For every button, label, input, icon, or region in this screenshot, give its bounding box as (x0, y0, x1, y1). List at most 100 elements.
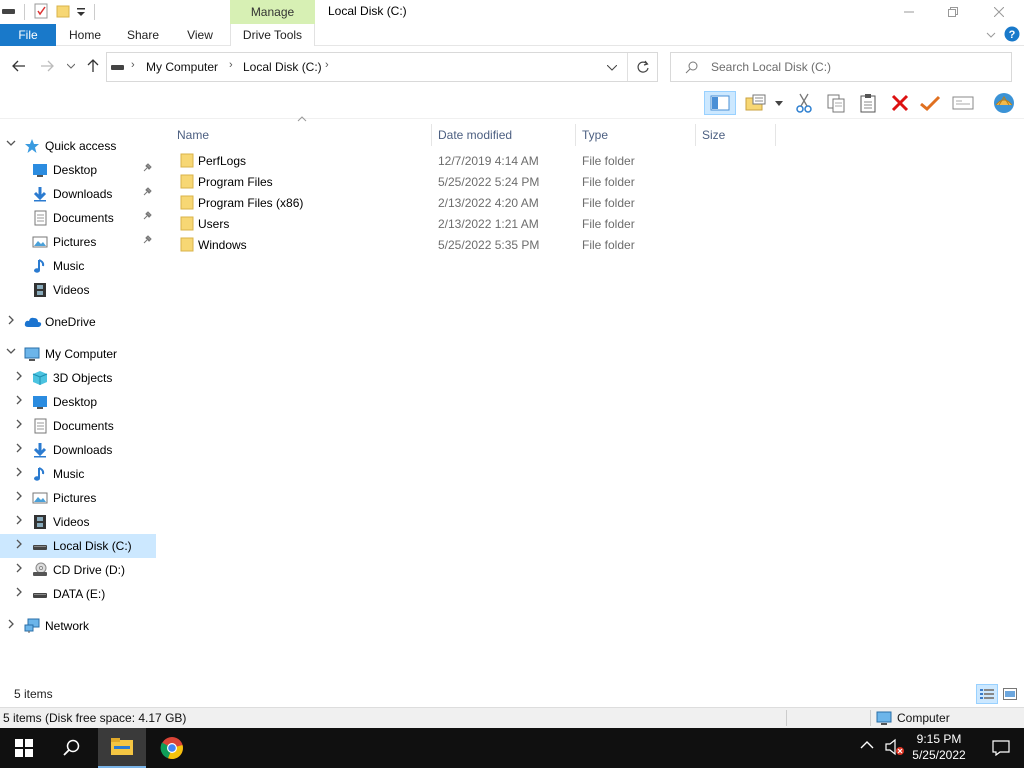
nav-music[interactable]: Music (0, 462, 156, 486)
chevron-right-icon[interactable] (6, 315, 16, 325)
cut-button[interactable] (792, 91, 816, 115)
search-taskbar-button[interactable] (48, 728, 96, 768)
folder-icon (180, 194, 194, 210)
pin-icon[interactable] (142, 187, 152, 197)
chrome-taskbar-button[interactable] (148, 728, 196, 768)
start-button[interactable] (0, 728, 48, 768)
minimize-button[interactable] (886, 0, 932, 24)
chevron-right-icon[interactable] (14, 371, 24, 381)
file-explorer-taskbar-button[interactable] (98, 728, 146, 768)
tab-drive-tools[interactable]: Drive Tools (230, 24, 315, 46)
file-row[interactable]: Program Files (x86) 2/13/2022 4:20 AM Fi… (174, 192, 774, 213)
refresh-icon[interactable] (636, 60, 650, 74)
chevron-right-icon[interactable] (14, 491, 24, 501)
back-button[interactable] (10, 57, 28, 75)
nav-quick-desktop[interactable]: Desktop (0, 158, 156, 182)
chevron-right-icon[interactable] (14, 443, 24, 453)
properties-icon[interactable] (34, 3, 48, 19)
folder-icon (180, 236, 194, 252)
copy-button[interactable] (824, 91, 848, 115)
breadcrumb-separator[interactable]: › (325, 59, 329, 71)
chevron-down-icon[interactable] (6, 138, 16, 148)
tab-share[interactable]: Share (116, 24, 170, 46)
address-dropdown-icon[interactable] (607, 65, 617, 71)
tab-view[interactable]: View (174, 24, 226, 46)
nav-onedrive[interactable]: OneDrive (0, 310, 156, 334)
view-options-dropdown[interactable] (772, 91, 786, 115)
pin-icon[interactable] (142, 163, 152, 173)
delete-button[interactable] (888, 91, 912, 115)
pin-icon[interactable] (142, 211, 152, 221)
address-bar[interactable]: › My Computer › Local Disk (C:) › (106, 52, 658, 82)
chevron-right-icon[interactable] (14, 587, 24, 597)
file-row[interactable]: Program Files 5/25/2022 5:24 PM File fol… (174, 171, 774, 192)
music-note-icon (32, 466, 48, 482)
breadcrumb-separator[interactable]: › (131, 59, 135, 71)
nav-my-computer[interactable]: My Computer (0, 342, 156, 366)
customize-quick-access-icon[interactable] (76, 6, 86, 18)
restore-button[interactable] (930, 0, 976, 24)
close-button[interactable] (976, 0, 1022, 24)
file-row[interactable]: Windows 5/25/2022 5:35 PM File folder (174, 234, 774, 255)
breadcrumb-my-computer[interactable]: My Computer (146, 60, 218, 74)
view-options-button[interactable] (744, 91, 768, 115)
nav-local-disk-c[interactable]: Local Disk (C:) (0, 534, 156, 558)
chevron-right-icon[interactable] (14, 563, 24, 573)
chevron-right-icon[interactable] (14, 395, 24, 405)
clock[interactable]: 9:15 PM 5/25/2022 (908, 731, 970, 763)
nav-documents[interactable]: Documents (0, 414, 156, 438)
expand-ribbon-icon[interactable] (985, 29, 997, 41)
nav-videos[interactable]: Videos (0, 510, 156, 534)
paste-button[interactable] (856, 91, 880, 115)
large-icons-view-button[interactable] (1000, 685, 1020, 703)
chevron-right-icon[interactable] (14, 467, 24, 477)
details-view-button[interactable] (976, 684, 998, 704)
web-browser-button[interactable] (990, 91, 1018, 115)
tab-home[interactable]: Home (58, 24, 112, 46)
column-header-date-modified[interactable]: Date modified (432, 124, 576, 146)
search-icon (685, 61, 698, 74)
column-header-name[interactable]: Name (171, 124, 432, 146)
recent-locations-button[interactable] (64, 57, 78, 75)
nav-desktop[interactable]: Desktop (0, 390, 156, 414)
chevron-right-icon[interactable] (6, 619, 16, 629)
pictures-icon (32, 490, 48, 506)
show-hidden-icons-button[interactable] (860, 740, 874, 750)
nav-quick-downloads[interactable]: Downloads (0, 182, 156, 206)
chevron-right-icon[interactable] (14, 539, 24, 549)
file-name: Program Files (198, 175, 273, 189)
nav-quick-pictures[interactable]: Pictures (0, 230, 156, 254)
rename-button[interactable] (918, 91, 942, 115)
column-header-size[interactable]: Size (696, 124, 776, 146)
tab-file[interactable]: File (0, 24, 56, 46)
column-header-type[interactable]: Type (576, 124, 696, 146)
nav-downloads[interactable]: Downloads (0, 438, 156, 462)
chevron-right-icon[interactable] (14, 515, 24, 525)
nav-network[interactable]: Network (0, 614, 156, 638)
up-button[interactable] (84, 57, 102, 75)
pin-icon[interactable] (142, 235, 152, 245)
nav-quick-videos[interactable]: Videos (0, 278, 156, 302)
chevron-right-icon[interactable] (14, 419, 24, 429)
breadcrumb-separator[interactable]: › (229, 59, 233, 71)
new-folder-icon[interactable] (56, 3, 70, 19)
file-row[interactable]: Users 2/13/2022 1:21 AM File folder (174, 213, 774, 234)
file-row[interactable]: PerfLogs 12/7/2019 4:14 AM File folder (174, 150, 774, 171)
nav-cd-drive-d[interactable]: CD Drive (D:) (0, 558, 156, 582)
action-center-button[interactable] (978, 728, 1024, 768)
search-box[interactable]: Search Local Disk (C:) (670, 52, 1012, 82)
properties-button[interactable] (951, 91, 975, 115)
help-icon[interactable]: ? (1004, 26, 1020, 42)
forward-button[interactable] (38, 57, 56, 75)
nav-pictures[interactable]: Pictures (0, 486, 156, 510)
nav-data-e[interactable]: DATA (E:) (0, 582, 156, 606)
chevron-down-icon[interactable] (6, 346, 16, 356)
nav-quick-documents[interactable]: Documents (0, 206, 156, 230)
nav-quick-music[interactable]: Music (0, 254, 156, 278)
volume-muted-icon[interactable] (884, 738, 906, 758)
breadcrumb-local-disk[interactable]: Local Disk (C:) (243, 60, 322, 74)
preview-pane-button[interactable] (704, 91, 736, 115)
nav-quick-access[interactable]: Quick access (0, 134, 156, 158)
nav-3d-objects[interactable]: 3D Objects (0, 366, 156, 390)
tab-manage[interactable]: Manage (230, 0, 315, 24)
